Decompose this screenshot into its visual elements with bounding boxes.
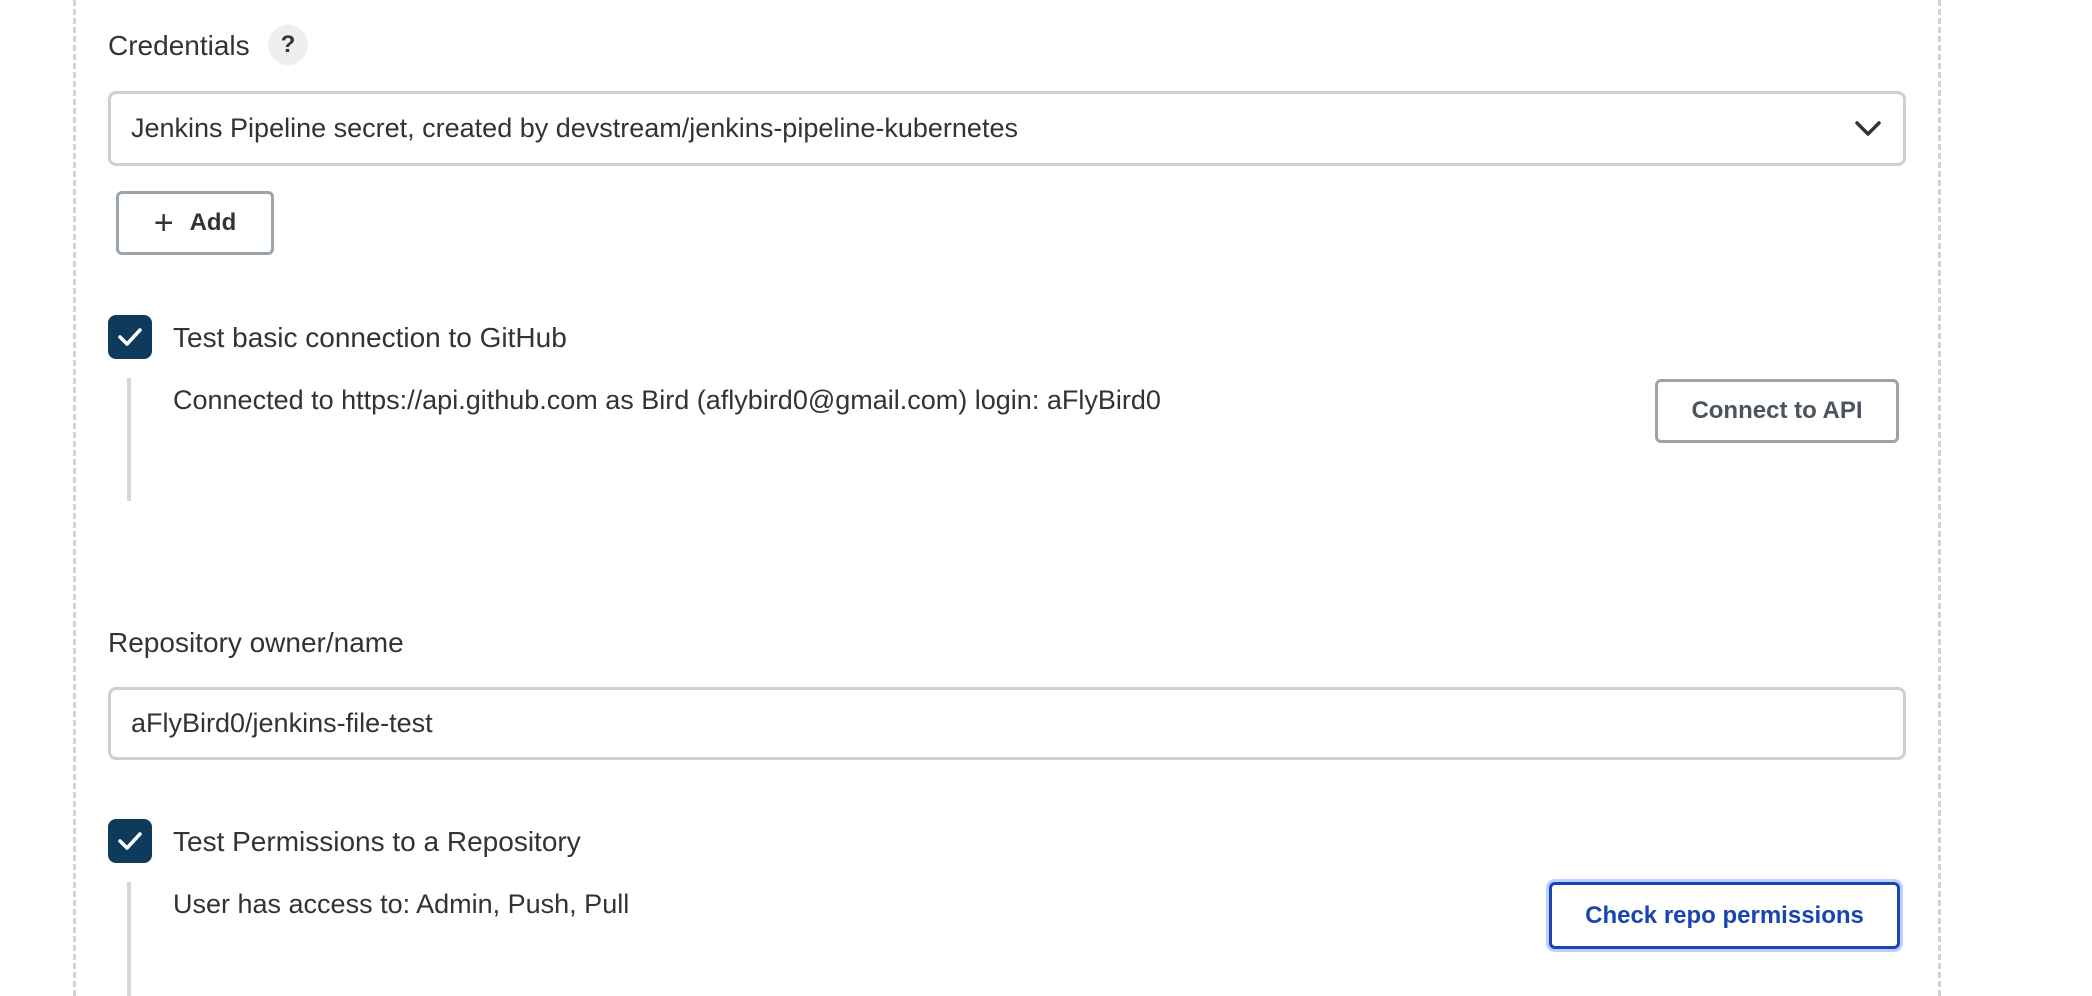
connection-result-text: Connected to https://api.github.com as B… — [173, 385, 1161, 415]
permissions-result-text: User has access to: Admin, Push, Pull — [173, 889, 630, 919]
check-repo-permissions-button[interactable]: Check repo permissions — [1549, 882, 1900, 949]
test-permissions-checkbox[interactable] — [108, 819, 152, 863]
test-connection-checkbox[interactable] — [108, 315, 152, 359]
checkmark-icon — [118, 328, 142, 346]
plus-icon: + — [153, 204, 174, 242]
repository-input-value: aFlyBird0/jenkins-file-test — [131, 708, 433, 738]
nested-indicator — [127, 378, 131, 501]
credentials-label: Credentials — [108, 30, 250, 61]
test-connection-label: Test basic connection to GitHub — [173, 322, 567, 353]
add-credentials-button[interactable]: + Add — [116, 191, 274, 255]
chevron-down-icon — [1855, 116, 1881, 142]
help-button[interactable]: ? — [268, 25, 308, 65]
connect-to-api-button[interactable]: Connect to API — [1655, 379, 1899, 443]
section-border-left — [73, 0, 76, 996]
repository-label: Repository owner/name — [108, 627, 404, 658]
repository-input[interactable]: aFlyBird0/jenkins-file-test — [108, 687, 1906, 760]
test-permissions-label: Test Permissions to a Repository — [173, 826, 581, 857]
credentials-select-value: Jenkins Pipeline secret, created by devs… — [131, 113, 1018, 143]
nested-indicator — [127, 882, 131, 996]
section-border-right — [1938, 0, 1941, 996]
credentials-select[interactable]: Jenkins Pipeline secret, created by devs… — [108, 91, 1906, 166]
credentials-config-section: Credentials ? Jenkins Pipeline secret, c… — [0, 0, 2092, 996]
checkmark-icon — [118, 832, 142, 850]
add-button-label: Add — [189, 209, 237, 236]
